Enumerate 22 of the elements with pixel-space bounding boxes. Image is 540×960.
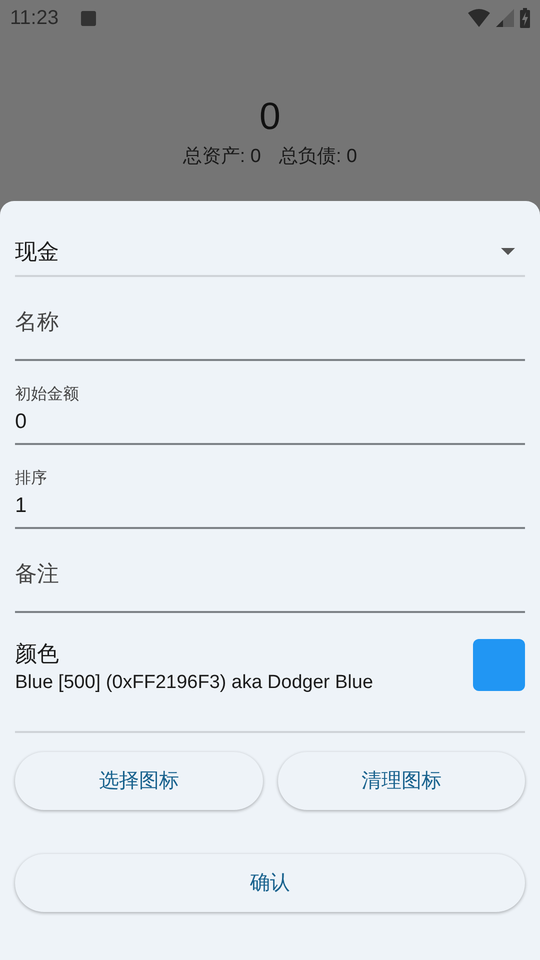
total-assets: 总资产: 0 [182,145,261,169]
input-field[interactable]: 0 [15,407,525,437]
signal-icon [496,9,514,27]
wifi-icon [468,9,490,27]
icon-button[interactable]: 清理图标 [278,752,525,810]
input-field[interactable]: 1 [15,491,525,521]
field-label: 排序 [15,468,48,489]
confirm-button[interactable]: 确认 [15,854,525,912]
color-description: Blue [500] (0xFF2196F3) aka Dodger Blue [15,671,374,695]
dropdown-caret-icon [501,248,515,254]
total-amount: 0 [259,95,281,140]
icon-button[interactable]: 选择图标 [15,752,262,810]
input-field[interactable]: 名称 [15,307,525,337]
battery-charging-icon [520,8,530,28]
account-type-dropdown[interactable]: 现金 [15,227,525,277]
status-time: 11:23 [10,6,59,31]
total-liabilities: 总负债: 0 [279,145,358,169]
field-label: 初始金额 [15,384,80,405]
color-swatch[interactable] [473,639,525,691]
input-field[interactable]: 备注 [15,559,525,589]
color-label: 颜色 [15,640,60,668]
keyboard-status-icon [80,10,96,26]
